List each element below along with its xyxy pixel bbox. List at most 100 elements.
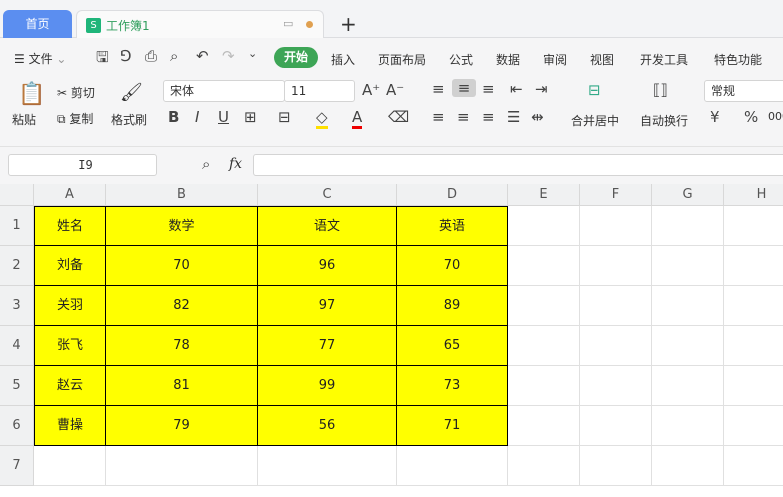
cell-H5[interactable] <box>724 366 783 406</box>
cell-E5[interactable] <box>508 366 580 406</box>
cell-B6[interactable]: 79 <box>106 406 258 446</box>
row-header-4[interactable]: 4 <box>0 326 34 366</box>
align-left-icon[interactable]: ≡ <box>432 108 445 126</box>
cell-G2[interactable] <box>652 246 724 286</box>
wrap-text-button[interactable]: 自动换行 <box>640 112 688 129</box>
fx-button[interactable]: fx <box>229 156 242 172</box>
row-header-5[interactable]: 5 <box>0 366 34 406</box>
cell-D3[interactable]: 89 <box>397 286 508 326</box>
name-box[interactable]: I9 <box>8 154 157 176</box>
font-size-select[interactable]: 11 <box>284 80 355 102</box>
cell-B1[interactable]: 数学 <box>106 206 258 246</box>
column-header-D[interactable]: D <box>397 184 508 206</box>
cut-button[interactable]: ✂ 剪切 <box>57 84 95 101</box>
cell-B5[interactable]: 81 <box>106 366 258 406</box>
cell-A4[interactable]: 张飞 <box>34 326 106 366</box>
cell-A5[interactable]: 赵云 <box>34 366 106 406</box>
cell-G4[interactable] <box>652 326 724 366</box>
font-name-select[interactable]: 宋体 <box>163 80 285 102</box>
tab-home[interactable]: 首页 <box>3 10 72 38</box>
row-header-1[interactable]: 1 <box>0 206 34 246</box>
column-header-H[interactable]: H <box>724 184 783 206</box>
cell-C4[interactable]: 77 <box>258 326 397 366</box>
row-header-6[interactable]: 6 <box>0 406 34 446</box>
cell-C1[interactable]: 语文 <box>258 206 397 246</box>
font-color-icon[interactable]: A <box>352 108 363 129</box>
distributed-icon[interactable]: ⇹ <box>531 108 544 126</box>
outdent-icon[interactable]: ⇤ <box>510 80 523 98</box>
share-icon[interactable]: ⅁ <box>120 47 132 65</box>
monitor-icon[interactable]: ▭ <box>283 17 293 30</box>
underline-icon[interactable]: U <box>218 108 229 126</box>
number-format-select[interactable]: 常规 <box>704 80 783 102</box>
paste-icon[interactable]: 📋 <box>18 82 45 107</box>
row-header-2[interactable]: 2 <box>0 246 34 286</box>
cell-E1[interactable] <box>508 206 580 246</box>
menu-insert[interactable]: 插入 <box>331 51 355 68</box>
cell-H6[interactable] <box>724 406 783 446</box>
menu-data[interactable]: 数据 <box>496 51 520 68</box>
cell-D5[interactable]: 73 <box>397 366 508 406</box>
menu-review[interactable]: 审阅 <box>543 51 567 68</box>
cell-B4[interactable]: 78 <box>106 326 258 366</box>
align-center-icon[interactable]: ≡ <box>457 108 470 126</box>
column-header-F[interactable]: F <box>580 184 652 206</box>
cell-E3[interactable] <box>508 286 580 326</box>
cell-G3[interactable] <box>652 286 724 326</box>
cell-D1[interactable]: 英语 <box>397 206 508 246</box>
save-icon[interactable]: 🖫 <box>96 47 109 72</box>
cell-D7[interactable] <box>397 446 508 486</box>
column-header-B[interactable]: B <box>106 184 258 206</box>
decrease-font-icon[interactable]: A⁻ <box>386 81 404 99</box>
currency-button[interactable]: ¥ <box>710 108 720 126</box>
paste-button[interactable]: 粘贴 <box>12 111 36 128</box>
more-icon[interactable]: ⌄ <box>248 47 257 60</box>
italic-icon[interactable]: I <box>195 108 199 126</box>
cell-A3[interactable]: 关羽 <box>34 286 106 326</box>
copy-button[interactable]: ⧉ 复制 <box>57 110 93 127</box>
print-preview-icon[interactable]: ⌕ <box>170 47 178 65</box>
menu-start[interactable]: 开始 <box>274 47 318 68</box>
cell-A7[interactable] <box>34 446 106 486</box>
cell-H3[interactable] <box>724 286 783 326</box>
cell-G6[interactable] <box>652 406 724 446</box>
spreadsheet-grid[interactable]: A B C D E F G H 1 姓名 数学 语文 英语 2 刘备 70 96 70 3 关羽 82 97 89 4 张飞 78… <box>0 184 783 497</box>
select-all-corner[interactable] <box>0 184 34 206</box>
cell-C7[interactable] <box>258 446 397 486</box>
menu-developer[interactable]: 开发工具 <box>640 51 688 68</box>
cell-H1[interactable] <box>724 206 783 246</box>
cell-B7[interactable] <box>106 446 258 486</box>
zoom-formula-icon[interactable]: ⌕ <box>202 155 210 173</box>
bold-icon[interactable]: B <box>168 108 179 126</box>
print-icon[interactable]: ⎙ <box>145 47 157 65</box>
border-icon[interactable]: ⊞ <box>244 108 257 126</box>
cell-B3[interactable]: 82 <box>106 286 258 326</box>
align-right-icon[interactable]: ≡ <box>482 108 495 126</box>
cell-D2[interactable]: 70 <box>397 246 508 286</box>
cell-H4[interactable] <box>724 326 783 366</box>
cell-G1[interactable] <box>652 206 724 246</box>
thousands-button[interactable]: 000 <box>768 110 783 123</box>
percent-button[interactable]: % <box>744 108 758 126</box>
cell-E6[interactable] <box>508 406 580 446</box>
cell-C3[interactable]: 97 <box>258 286 397 326</box>
menu-view[interactable]: 视图 <box>590 51 614 68</box>
undo-icon[interactable]: ↶ <box>196 47 209 65</box>
indent-icon[interactable]: ⇥ <box>535 80 548 98</box>
clear-icon[interactable]: ⌫ <box>388 108 409 126</box>
cell-F5[interactable] <box>580 366 652 406</box>
column-header-E[interactable]: E <box>508 184 580 206</box>
cell-F7[interactable] <box>580 446 652 486</box>
align-top-icon[interactable]: ≡ <box>432 80 445 98</box>
new-tab-button[interactable]: + <box>340 12 357 36</box>
increase-font-icon[interactable]: A⁺ <box>362 81 380 99</box>
align-middle-icon[interactable]: ≡ <box>452 79 476 97</box>
row-header-3[interactable]: 3 <box>0 286 34 326</box>
menu-features[interactable]: 特色功能 <box>714 51 762 68</box>
format-painter-button[interactable]: 格式刷 <box>111 111 147 128</box>
file-menu[interactable]: ☰ 文件 ⌄ <box>14 50 66 67</box>
cell-D6[interactable]: 71 <box>397 406 508 446</box>
cell-style-icon[interactable]: ⊟ <box>278 108 291 126</box>
cell-A1[interactable]: 姓名 <box>34 206 106 246</box>
cell-E2[interactable] <box>508 246 580 286</box>
